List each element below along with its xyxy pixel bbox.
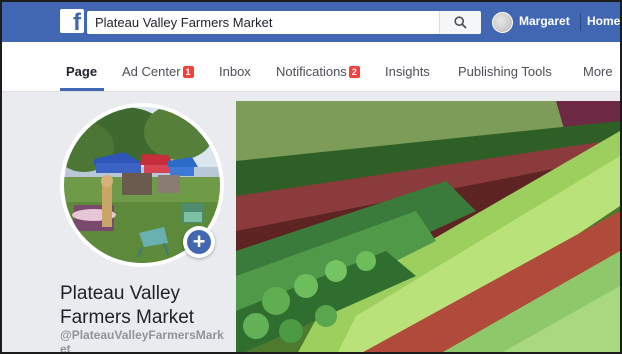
tab-inbox[interactable]: Inbox <box>219 64 251 79</box>
user-name-link[interactable]: Margaret <box>519 14 570 28</box>
tab-page[interactable]: Page <box>66 64 97 79</box>
facebook-logo-icon[interactable]: f <box>60 9 84 35</box>
browser-frame: f Plateau Valley Farmers Market Margaret… <box>0 0 622 354</box>
tab-more[interactable]: More <box>583 64 613 79</box>
page-title[interactable]: Plateau Valley Farmers Market <box>60 282 230 330</box>
add-profile-photo-button[interactable]: + <box>183 226 215 258</box>
tab-publishing-tools[interactable]: Publishing Tools <box>458 64 552 79</box>
page-tabs: Page Ad Center 1 Inbox Notifications 2 Ins… <box>2 42 620 92</box>
home-link[interactable]: Home <box>587 14 620 28</box>
ad-center-badge: 1 <box>182 66 194 78</box>
add-icon: + <box>187 230 211 254</box>
user-avatar[interactable] <box>492 12 513 33</box>
tab-insights[interactable]: Insights <box>385 64 430 79</box>
search-input[interactable]: Plateau Valley Farmers Market <box>87 11 439 34</box>
top-navigation-bar: f Plateau Valley Farmers Market Margaret… <box>2 2 620 42</box>
notifications-badge: 2 <box>348 66 360 78</box>
search-button[interactable] <box>439 11 481 34</box>
search-input-value: Plateau Valley Farmers Market <box>95 15 273 30</box>
cover-photo[interactable] <box>236 101 620 352</box>
tab-notifications[interactable]: Notifications 2 <box>276 64 360 79</box>
nav-divider <box>580 13 581 31</box>
active-tab-indicator <box>60 88 104 91</box>
tab-ad-center[interactable]: Ad Center 1 <box>122 64 194 79</box>
page-username[interactable]: @PlateauValleyFarmersMarket <box>60 328 228 352</box>
search-icon <box>454 16 467 29</box>
